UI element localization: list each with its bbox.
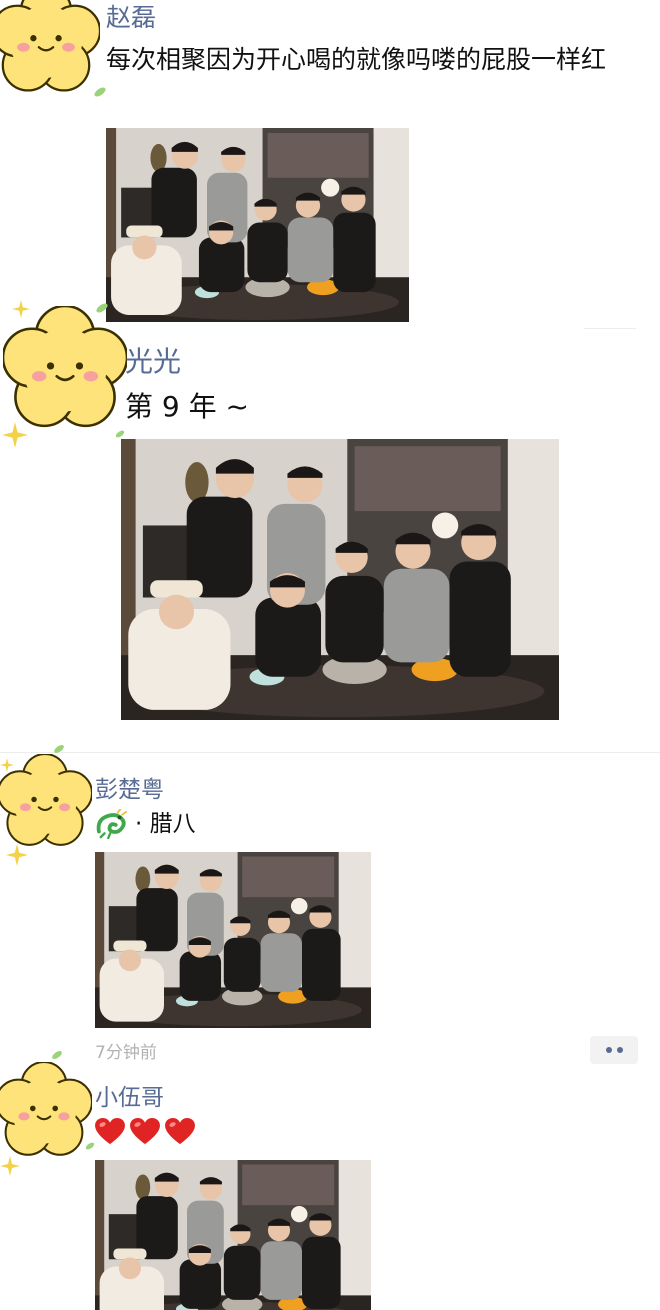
post-2: 光光 第 9 年 ~	[0, 300, 660, 755]
author-name[interactable]: 彭楚粤	[95, 770, 164, 804]
heart-icon	[95, 1118, 125, 1146]
heart-icon	[165, 1118, 195, 1146]
author-name[interactable]: 小伍哥	[95, 1078, 164, 1112]
flower-avatar-icon[interactable]	[0, 1062, 92, 1158]
leaf-icon	[92, 84, 108, 100]
post-photo[interactable]	[95, 1160, 371, 1310]
group-photo-image	[106, 128, 409, 322]
flower-avatar-icon[interactable]	[3, 306, 127, 430]
group-photo-image	[95, 852, 371, 1028]
post-photo[interactable]	[106, 128, 409, 322]
post-text: 第 9 年 ~	[125, 390, 249, 423]
heart-icon	[130, 1118, 160, 1146]
group-photo-image	[95, 1160, 371, 1310]
flower-avatar-icon[interactable]	[0, 0, 100, 94]
dragon-icon	[95, 809, 129, 839]
post-text: · 腊八	[95, 808, 196, 840]
post-text-label: · 腊八	[135, 811, 196, 837]
group-photo-image	[121, 439, 559, 720]
flower-avatar-icon[interactable]	[0, 754, 92, 848]
post-photo[interactable]	[95, 852, 371, 1028]
leaf-icon	[50, 1048, 64, 1062]
post-4: 小伍哥	[0, 1040, 660, 1310]
post-1: 赵磊 每次相聚因为开心喝的就像吗喽的屁股一样红	[0, 0, 660, 330]
post-hearts	[95, 1118, 200, 1146]
post-3: 彭楚粤 · 腊八 7分钟前	[0, 740, 660, 1064]
sparkle-icon	[6, 844, 28, 866]
post-photo[interactable]	[121, 439, 559, 720]
author-name[interactable]: 光光	[125, 340, 181, 380]
sparkle-icon	[0, 1156, 20, 1176]
moments-feed: 赵磊 每次相聚因为开心喝的就像吗喽的屁股一样红 光光 第 9 年 ~ 彭楚粤 ·…	[0, 0, 660, 1310]
author-name[interactable]: 赵磊	[106, 0, 156, 34]
post-text: 每次相聚因为开心喝的就像吗喽的屁股一样红	[106, 45, 607, 74]
sparkle-icon	[2, 422, 28, 448]
